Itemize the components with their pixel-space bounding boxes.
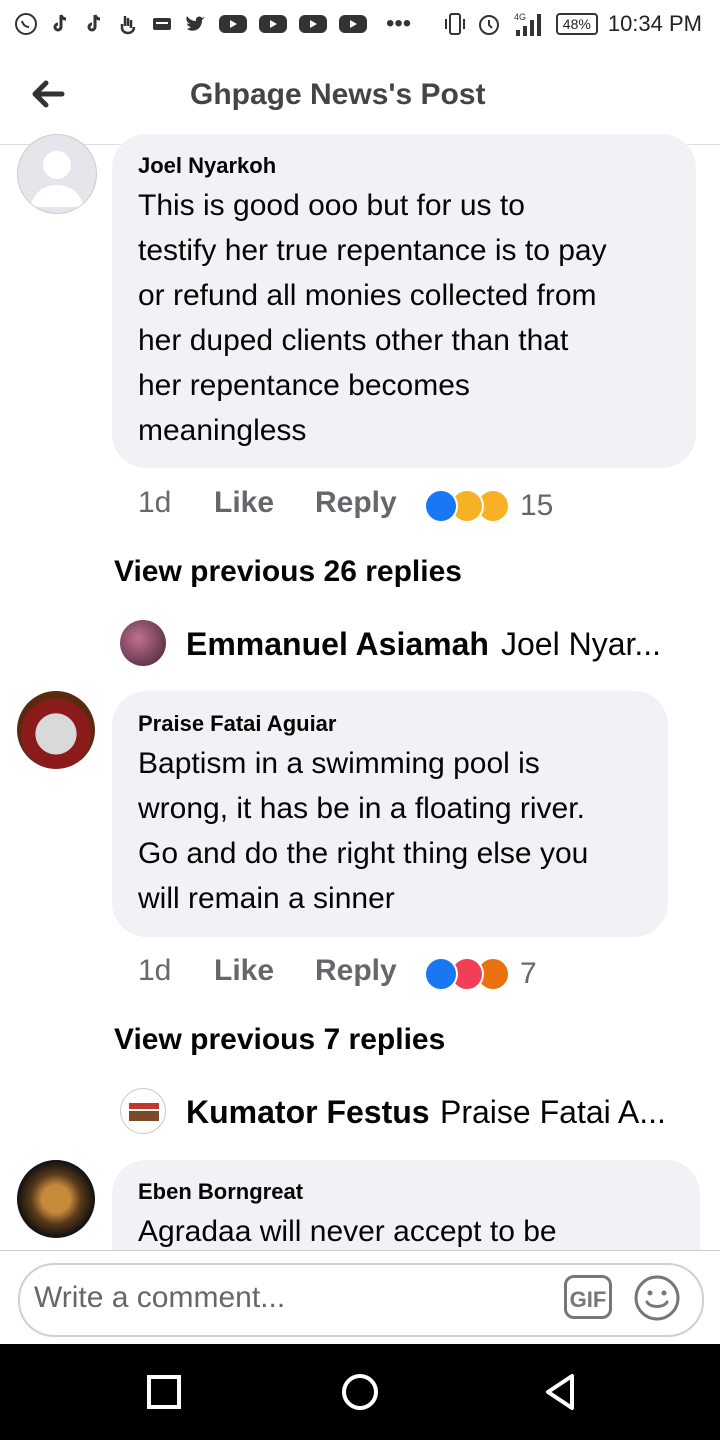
- gif-button[interactable]: GIF: [564, 1275, 612, 1319]
- reply-author[interactable]: Kumator Festus: [186, 1094, 430, 1131]
- youtube-icon: [339, 15, 367, 33]
- battery-indicator: 48%: [555, 13, 598, 35]
- like-button[interactable]: Like: [214, 486, 274, 520]
- network-type: 4G: [514, 12, 526, 22]
- twitter-icon: [186, 16, 205, 31]
- system-nav-bar: [0, 1344, 720, 1440]
- avatar[interactable]: [120, 1088, 166, 1134]
- reply-preview[interactable]: Praise Fatai A...: [440, 1094, 666, 1131]
- like-button[interactable]: Like: [214, 954, 274, 988]
- whatsapp-icon: [15, 13, 37, 35]
- reaction-summary[interactable]: 7: [424, 957, 537, 991]
- signal-icon: 4G: [514, 12, 541, 36]
- avatar[interactable]: [17, 134, 97, 214]
- comment-line: testify her true repentance is to pay: [138, 234, 607, 267]
- emoji-icon[interactable]: [632, 1273, 682, 1323]
- like-reaction-icon: [424, 957, 458, 991]
- reaction-summary[interactable]: 15: [424, 489, 553, 523]
- system-icons: 4G 48% 10:34 PM: [444, 10, 702, 38]
- alarm-icon: [478, 15, 499, 35]
- status-bar: ••• 4G 48% 10:34 PM: [0, 0, 720, 52]
- hand-icon: [120, 16, 136, 35]
- post-header: Ghpage News's Post: [0, 52, 720, 145]
- clock: 10:34 PM: [607, 11, 702, 36]
- reply-preview[interactable]: Joel Nyar...: [501, 626, 661, 663]
- comment-author[interactable]: Joel Nyarkoh: [138, 153, 276, 179]
- tiktok-icon: [87, 14, 101, 32]
- youtube-icon: [259, 15, 287, 33]
- comment-author[interactable]: Eben Borngreat: [138, 1179, 303, 1205]
- comment-placeholder: Write a comment...: [34, 1281, 286, 1314]
- reply-author[interactable]: Emmanuel Asiamah: [186, 626, 489, 663]
- notification-icons: [14, 12, 368, 36]
- comment-line: meaningless: [138, 414, 307, 447]
- comment-text: This is good ooo but for us to testify h…: [138, 183, 607, 453]
- reaction-count: 15: [520, 489, 554, 522]
- message-icon: [153, 18, 171, 30]
- comment-line: Baptism in a swimming pool is: [138, 747, 540, 780]
- comment-text: Baptism in a swimming pool is wrong, it …: [138, 741, 588, 921]
- home-icon[interactable]: [340, 1372, 380, 1412]
- recents-icon[interactable]: [146, 1374, 182, 1410]
- reply-button[interactable]: Reply: [315, 954, 397, 988]
- view-previous-replies[interactable]: View previous 26 replies: [114, 555, 462, 589]
- default-profile-icon: [30, 151, 84, 207]
- comment-line: her duped clients other than that: [138, 324, 569, 357]
- reaction-count: 7: [520, 957, 537, 990]
- comment-text: Agradaa will never accept to be: [138, 1209, 557, 1254]
- tiktok-icon: [53, 14, 67, 32]
- comment-line: This is good ooo but for us to: [138, 189, 525, 222]
- like-reaction-icon: [424, 489, 458, 523]
- comment-composer-bar: Write a comment... GIF: [0, 1250, 720, 1345]
- comment-line: Go and do the right thing else you: [138, 837, 589, 870]
- youtube-icon: [299, 15, 327, 33]
- back-nav-icon[interactable]: [542, 1372, 578, 1412]
- logo-icon: [129, 1103, 159, 1121]
- comment-author[interactable]: Praise Fatai Aguiar: [138, 711, 336, 737]
- comment-timestamp[interactable]: 1d: [138, 954, 171, 988]
- comment-line: or refund all monies collected from: [138, 279, 597, 312]
- back-arrow-icon[interactable]: [28, 74, 68, 114]
- comment-line: her repentance becomes: [138, 369, 470, 402]
- comment-line: will remain a sinner: [138, 882, 395, 915]
- page-title: Ghpage News's Post: [190, 78, 486, 111]
- avatar[interactable]: [17, 691, 95, 769]
- vibrate-icon: [444, 13, 465, 35]
- reply-button[interactable]: Reply: [315, 486, 397, 520]
- avatar[interactable]: [120, 620, 166, 666]
- more-icon: •••: [386, 10, 412, 37]
- comment-input[interactable]: Write a comment... GIF: [18, 1263, 704, 1337]
- comment-line: wrong, it has be in a floating river.: [138, 792, 585, 825]
- view-previous-replies[interactable]: View previous 7 replies: [114, 1023, 445, 1057]
- avatar[interactable]: [17, 1160, 95, 1238]
- comment-line: Agradaa will never accept to be: [138, 1215, 557, 1248]
- comment-timestamp[interactable]: 1d: [138, 486, 171, 520]
- youtube-icon: [219, 15, 247, 33]
